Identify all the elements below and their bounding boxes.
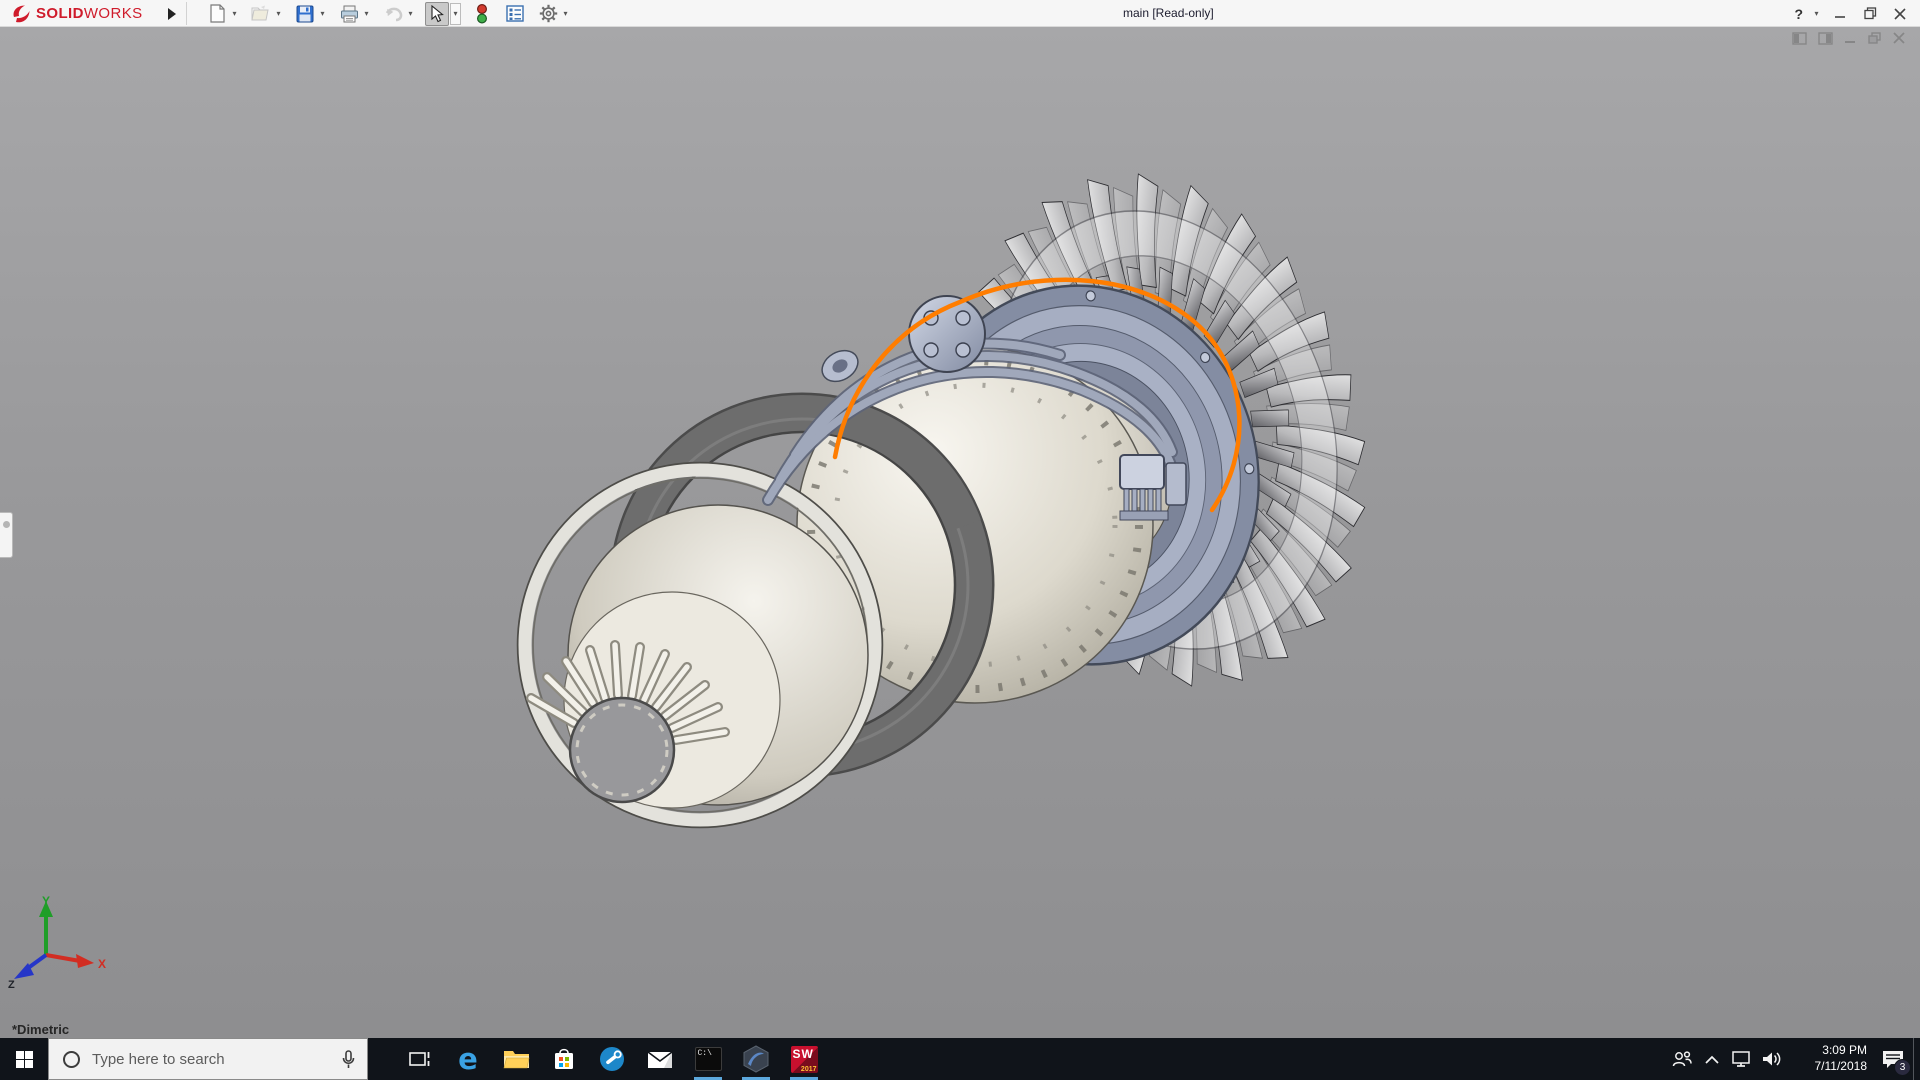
- save-dropdown-caret[interactable]: ▾: [317, 3, 328, 25]
- restore-button[interactable]: [1858, 3, 1882, 25]
- select-dropdown-caret[interactable]: ▾: [450, 3, 461, 25]
- triad-y-label: Y: [42, 894, 50, 908]
- help-dropdown-caret[interactable]: ▾: [1811, 3, 1822, 25]
- taskbar-apps: e C:\ SW2017: [396, 1038, 828, 1080]
- edge-button[interactable]: e: [444, 1038, 492, 1080]
- microsoft-store-button[interactable]: [540, 1038, 588, 1080]
- view-orientation-label: *Dimetric: [12, 1022, 69, 1037]
- solidworks-2017-button[interactable]: SW2017: [780, 1038, 828, 1080]
- tray-chevron-up-icon[interactable]: [1697, 1038, 1727, 1080]
- mail-button[interactable]: [636, 1038, 684, 1080]
- tray-date: 7/11/2018: [1791, 1059, 1867, 1075]
- windows-logo-icon: [16, 1051, 33, 1068]
- command-prompt-button[interactable]: C:\: [684, 1038, 732, 1080]
- doc-minimize-icon[interactable]: [1844, 32, 1857, 45]
- standard-toolbar: ▾ ▾ ▾ ▾ ▾ ▾: [205, 0, 580, 27]
- tray-time: 3:09 PM: [1791, 1043, 1867, 1059]
- solidworks-2017-icon: SW2017: [791, 1046, 818, 1073]
- store-bag-icon: [552, 1047, 576, 1071]
- doc-restore-icon[interactable]: [1868, 32, 1882, 45]
- brand-text: SOLIDWORKS: [36, 5, 143, 22]
- panel-flyout-tab[interactable]: [0, 512, 13, 558]
- file-explorer-button[interactable]: [492, 1038, 540, 1080]
- ds-swoosh-icon: [10, 4, 32, 24]
- mail-icon: [647, 1049, 673, 1069]
- display-pane-left-icon[interactable]: [1792, 32, 1807, 45]
- options-gear-button[interactable]: [536, 2, 560, 26]
- minimize-button[interactable]: [1828, 3, 1852, 25]
- settings-tool-button[interactable]: [588, 1038, 636, 1080]
- display-pane-right-icon[interactable]: [1818, 32, 1833, 45]
- print-button[interactable]: [337, 2, 361, 26]
- network-icon[interactable]: [1727, 1038, 1757, 1080]
- task-view-button[interactable]: [396, 1038, 444, 1080]
- window-title: main [Read-only]: [1123, 6, 1214, 20]
- titlebar: SOLIDWORKS ▾ ▾ ▾ ▾ ▾: [0, 0, 1920, 27]
- taskbar-search-input[interactable]: Type here to search: [48, 1038, 368, 1080]
- menu-flyout-arrow[interactable]: [163, 3, 181, 24]
- wrench-circle-icon: [599, 1046, 625, 1072]
- start-button[interactable]: [0, 1038, 48, 1080]
- hexagon-app-button[interactable]: [732, 1038, 780, 1080]
- people-icon[interactable]: [1667, 1038, 1697, 1080]
- hexagon-app-icon: [743, 1045, 769, 1073]
- triad-z-label: Z: [8, 979, 15, 988]
- tray-clock[interactable]: 3:09 PM 7/11/2018: [1791, 1043, 1867, 1074]
- save-button[interactable]: [293, 2, 317, 26]
- open-dropdown-caret[interactable]: ▾: [273, 3, 284, 25]
- triad-x-label: X: [98, 957, 106, 971]
- select-tool-button[interactable]: [425, 2, 449, 26]
- new-document-button[interactable]: [205, 2, 229, 26]
- graphics-area[interactable]: Y X Z *Dimetric: [0, 27, 1920, 1038]
- jet-engine-model[interactable]: [0, 27, 1920, 1038]
- undo-dropdown-caret[interactable]: ▾: [405, 3, 416, 25]
- system-tray: 3:09 PM 7/11/2018 3: [1667, 1038, 1920, 1080]
- options-dropdown-caret[interactable]: ▾: [560, 3, 571, 25]
- undo-button[interactable]: [381, 2, 405, 26]
- volume-icon[interactable]: [1757, 1038, 1787, 1080]
- folder-icon: [503, 1048, 530, 1070]
- orientation-triad: Y X Z: [6, 893, 116, 988]
- action-center-button[interactable]: 3: [1873, 1038, 1913, 1080]
- new-dropdown-caret[interactable]: ▾: [229, 3, 240, 25]
- microphone-icon[interactable]: [342, 1050, 355, 1069]
- open-button[interactable]: [249, 2, 273, 26]
- document-window-controls: [1792, 32, 1906, 45]
- doc-close-icon[interactable]: [1893, 32, 1906, 45]
- windows-taskbar: Type here to search e C:\: [0, 1038, 1920, 1080]
- toolbar-separator: [186, 2, 187, 25]
- command-prompt-icon: C:\: [695, 1047, 722, 1071]
- exhaust-cone[interactable]: [531, 505, 868, 808]
- cortana-icon: [63, 1051, 80, 1068]
- rebuild-button[interactable]: [470, 2, 494, 26]
- help-button[interactable]: ?: [1792, 6, 1805, 22]
- solidworks-logo: SOLIDWORKS: [10, 0, 143, 27]
- print-dropdown-caret[interactable]: ▾: [361, 3, 372, 25]
- show-desktop-strip[interactable]: [1913, 1038, 1920, 1080]
- file-properties-button[interactable]: [503, 2, 527, 26]
- shaft-bore-hole[interactable]: [570, 698, 674, 802]
- close-button[interactable]: [1888, 3, 1912, 25]
- edge-icon: e: [458, 1045, 478, 1074]
- notification-badge: 3: [1894, 1059, 1911, 1076]
- search-placeholder: Type here to search: [92, 1051, 342, 1068]
